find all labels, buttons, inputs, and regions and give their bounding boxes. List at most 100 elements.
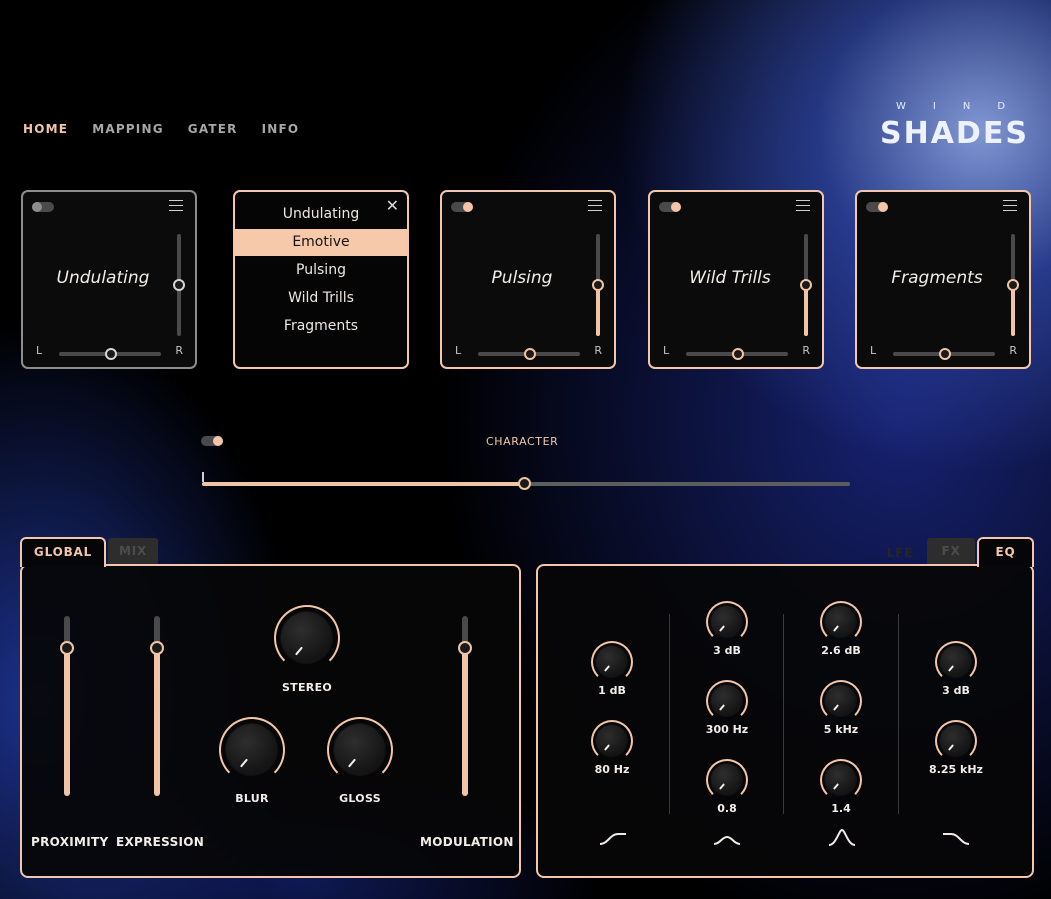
layer-name: Fragments [891, 268, 983, 288]
dropdown-option-undulating[interactable]: Undulating [235, 201, 407, 228]
slider-thumb[interactable] [458, 641, 472, 655]
band3-gain-knob[interactable] [820, 601, 862, 643]
band-divider [783, 614, 784, 814]
layer-card-pulsing: Pulsing L R [440, 190, 616, 369]
logo-title: SHADES [880, 116, 1029, 151]
pan-left-label: L [870, 344, 877, 357]
layer-card-fragments: Fragments L R [855, 190, 1031, 369]
layer-volume-slider[interactable] [1007, 234, 1019, 336]
peak-filter-icon[interactable] [827, 827, 857, 849]
tab-global[interactable]: GLOBAL [20, 537, 106, 567]
character-slider[interactable] [202, 477, 850, 490]
dropdown-option-pulsing[interactable]: Pulsing [235, 257, 407, 284]
pan-left-label: L [663, 344, 670, 357]
hamburger-menu-icon[interactable] [796, 200, 810, 211]
band2-freq-knob[interactable] [706, 680, 748, 722]
band2-q-knob[interactable] [706, 759, 748, 801]
slider-thumb[interactable] [60, 641, 74, 655]
stereo-label: STEREO [281, 681, 333, 694]
proximity-label: PROXIMITY [31, 835, 109, 849]
dropdown-option-emotive[interactable]: Emotive [235, 229, 407, 256]
slider-thumb[interactable] [105, 348, 117, 360]
pan-left-label: L [455, 344, 462, 357]
slider-thumb[interactable] [150, 641, 164, 655]
global-panel [20, 564, 521, 878]
dropdown-option-wild-trills[interactable]: Wild Trills [235, 285, 407, 312]
layer-volume-slider[interactable] [800, 234, 812, 336]
nav-mapping[interactable]: MAPPING [92, 122, 164, 136]
layer-name: Pulsing [491, 268, 553, 288]
gloss-knob[interactable] [327, 717, 393, 783]
slider-thumb[interactable] [592, 279, 604, 291]
bell-filter-icon[interactable] [712, 832, 742, 848]
band2-freq-value: 300 Hz [705, 723, 749, 736]
band3-gain-value: 2.6 dB [821, 644, 861, 657]
stereo-knob[interactable] [274, 605, 340, 671]
hamburger-menu-icon[interactable] [169, 200, 183, 211]
expression-label: EXPRESSION [116, 835, 205, 849]
high-shelf-icon[interactable] [941, 830, 971, 848]
band4-freq-knob[interactable] [935, 720, 977, 762]
layer-name: Wild Trills [689, 268, 771, 288]
layer-pan-slider[interactable] [478, 348, 580, 360]
character-label: CHARACTER [486, 435, 559, 448]
layer-toggle[interactable] [32, 202, 54, 212]
band-divider [898, 614, 899, 814]
band1-freq-knob[interactable] [591, 720, 633, 762]
band4-gain-knob[interactable] [935, 641, 977, 683]
slider-thumb[interactable] [524, 348, 536, 360]
layer-pan-slider[interactable] [893, 348, 995, 360]
band3-freq-value: 5 kHz [823, 723, 859, 736]
layer-pan-slider[interactable] [686, 348, 788, 360]
slider-thumb[interactable] [800, 279, 812, 291]
layer-toggle[interactable] [451, 202, 473, 212]
hamburger-menu-icon[interactable] [588, 200, 602, 211]
band3-freq-knob[interactable] [820, 680, 862, 722]
tab-mix[interactable]: MIX [108, 538, 158, 564]
layer-name: Undulating [56, 268, 150, 288]
blur-knob[interactable] [219, 717, 285, 783]
layer-card-undulating: Undulating L R [21, 190, 197, 369]
nav-home[interactable]: HOME [23, 122, 68, 136]
pan-right-label: R [1009, 344, 1017, 357]
modulation-slider[interactable] [458, 616, 472, 796]
tab-eq[interactable]: EQ [977, 537, 1034, 567]
slider-thumb[interactable] [518, 477, 531, 490]
nav-gater[interactable]: GATER [188, 122, 238, 136]
band1-gain-value: 1 dB [598, 684, 626, 697]
expression-slider[interactable] [150, 616, 164, 796]
logo-subtitle: WIND [896, 101, 1033, 112]
band3-q-value: 1.4 [831, 802, 851, 815]
character-toggle[interactable] [201, 436, 223, 446]
band4-freq-value: 8.25 kHz [929, 763, 983, 776]
slider-thumb[interactable] [1007, 279, 1019, 291]
nav-info[interactable]: INFO [262, 122, 300, 136]
proximity-slider[interactable] [60, 616, 74, 796]
band2-gain-value: 3 dB [713, 644, 741, 657]
gloss-label: GLOSS [339, 792, 381, 805]
hamburger-menu-icon[interactable] [1003, 200, 1017, 211]
pan-right-label: R [594, 344, 602, 357]
slider-thumb[interactable] [732, 348, 744, 360]
band2-q-value: 0.8 [717, 802, 737, 815]
layer-toggle[interactable] [659, 202, 681, 212]
band3-q-knob[interactable] [820, 759, 862, 801]
layer-volume-slider[interactable] [173, 234, 185, 336]
tab-fx[interactable]: FX [927, 538, 975, 564]
pan-right-label: R [175, 344, 183, 357]
low-shelf-icon[interactable] [598, 830, 628, 848]
slider-thumb[interactable] [939, 348, 951, 360]
dropdown-option-fragments[interactable]: Fragments [235, 313, 407, 340]
main-nav: HOME MAPPING GATER INFO [23, 122, 299, 136]
pan-left-label: L [36, 344, 43, 357]
band2-gain-knob[interactable] [706, 601, 748, 643]
blur-label: BLUR [235, 792, 269, 805]
band1-gain-knob[interactable] [591, 641, 633, 683]
slider-thumb[interactable] [173, 279, 185, 291]
pan-right-label: R [802, 344, 810, 357]
character-zero-tick [202, 472, 204, 482]
layer-pan-slider[interactable] [59, 348, 161, 360]
layer-toggle[interactable] [866, 202, 888, 212]
layer-volume-slider[interactable] [592, 234, 604, 336]
tab-lfe[interactable]: LFE [877, 542, 923, 564]
